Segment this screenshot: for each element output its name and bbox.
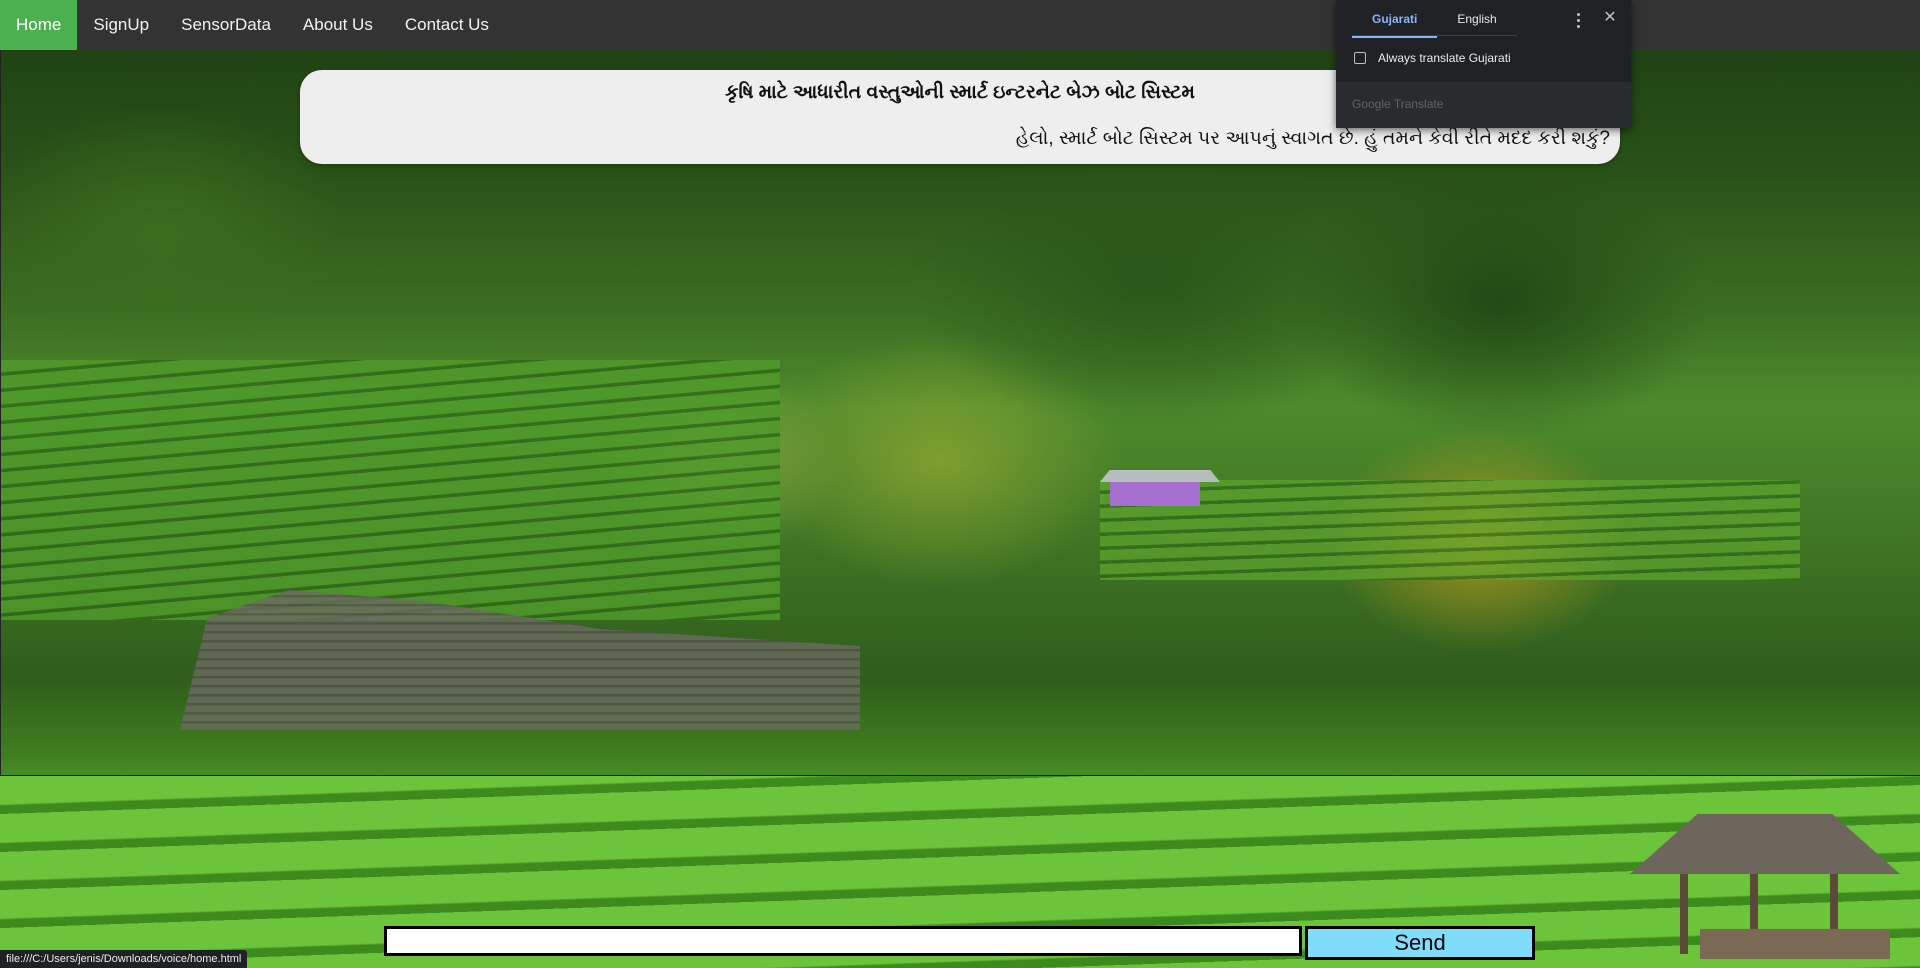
google-translate-popup: Gujarati English ✕ Always translate Guja…: [1336, 0, 1631, 128]
link-status-bar: file:///C:/Users/jenis/Downloads/voice/h…: [0, 950, 248, 968]
nav-item-home[interactable]: Home: [0, 0, 78, 50]
bot-welcome-message: હેલો, સ્માર્ટ બોટ સિસ્ટમ પર આપનું સ્વાગત…: [1015, 128, 1610, 149]
nav-item-about-us[interactable]: About Us: [287, 0, 389, 50]
more-vert-icon[interactable]: [1570, 10, 1586, 30]
frame-border: [0, 0, 1, 776]
translate-language-tabs: Gujarati English: [1352, 8, 1517, 38]
tab-english[interactable]: English: [1437, 8, 1516, 38]
google-translate-brand: Google Translate: [1352, 97, 1444, 111]
nav-item-contact-us[interactable]: Contact Us: [389, 0, 505, 50]
nav-item-signup[interactable]: SignUp: [77, 0, 165, 50]
always-translate-label: Always translate Gujarati: [1378, 51, 1511, 65]
rice-terraces: [0, 360, 780, 620]
close-icon[interactable]: ✕: [1600, 8, 1620, 28]
send-button[interactable]: Send: [1305, 926, 1535, 960]
top-navbar: Home SignUp SensorData About Us Contact …: [0, 0, 1920, 50]
translate-footer: Google Translate: [1336, 82, 1631, 128]
hut: [1100, 470, 1220, 510]
chat-message-input[interactable]: [384, 926, 1302, 956]
always-translate-checkbox[interactable]: [1354, 52, 1366, 64]
tab-gujarati[interactable]: Gujarati: [1352, 8, 1438, 38]
tabs-divider: [1352, 35, 1517, 36]
nav-item-sensordata[interactable]: SensorData: [165, 0, 287, 50]
always-translate-option[interactable]: Always translate Gujarati: [1354, 51, 1511, 65]
field-shelter: [1630, 814, 1900, 964]
